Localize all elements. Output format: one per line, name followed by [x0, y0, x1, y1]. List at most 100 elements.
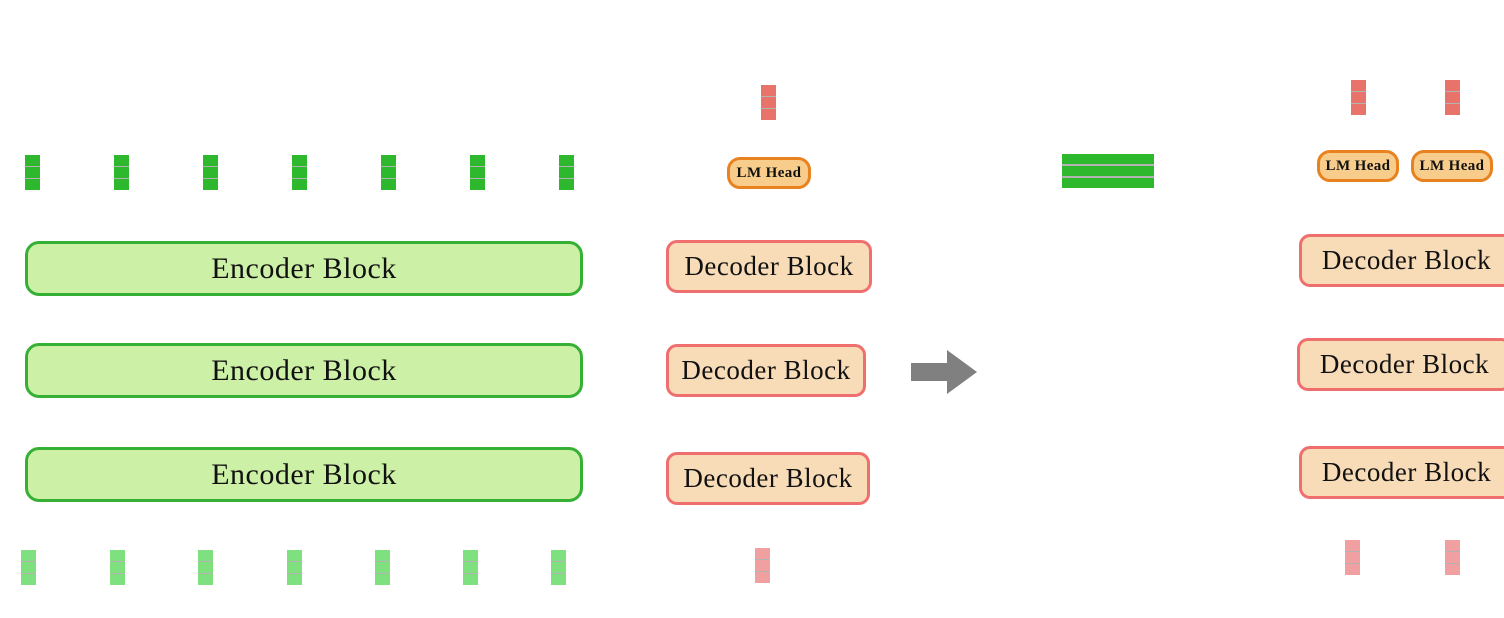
token-cell [1345, 540, 1360, 551]
token-cell [551, 562, 566, 573]
encoder-block-label: Encoder Block [211, 251, 397, 285]
token-cell [761, 85, 776, 96]
encoder-block-label: Encoder Block [211, 457, 397, 491]
token-cell [1101, 154, 1115, 165]
encoder-input-token [21, 550, 36, 586]
token-cell [375, 574, 390, 586]
token-cell [198, 550, 213, 561]
token-cell [381, 167, 396, 178]
encoder-input-token [375, 550, 390, 586]
token-cell [470, 167, 485, 178]
token-cell [1351, 92, 1366, 103]
decoder-block-right-2[interactable]: Decoder Block [1297, 338, 1504, 391]
context-token [1088, 154, 1102, 188]
encoder-block-2[interactable]: Encoder Block [25, 343, 583, 398]
token-cell [114, 179, 129, 191]
token-cell [1127, 165, 1141, 177]
diagram-canvas: Encoder Block Encoder Block Encoder Bloc… [0, 0, 1504, 618]
token-cell [1345, 564, 1360, 576]
token-cell [470, 179, 485, 191]
encoder-input-token [110, 550, 125, 586]
lm-head-label: LM Head [1325, 157, 1391, 174]
decoder-block-label: Decoder Block [683, 463, 853, 493]
token-cell [198, 562, 213, 573]
token-cell [1345, 552, 1360, 563]
token-cell [463, 562, 478, 573]
token-cell [1075, 177, 1089, 188]
encoder-output-token [114, 155, 129, 191]
token-cell [1445, 104, 1460, 116]
decoder-input-token [755, 548, 770, 584]
context-token [1140, 154, 1154, 188]
token-cell [375, 562, 390, 573]
decoder-output-token [761, 85, 776, 121]
token-cell [292, 179, 307, 191]
encoder-output-token [470, 155, 485, 191]
token-cell [1127, 177, 1141, 188]
encoder-block-3[interactable]: Encoder Block [25, 241, 583, 296]
token-cell [1351, 104, 1366, 116]
token-cell [1062, 165, 1076, 177]
token-cell [1140, 165, 1154, 177]
token-cell [381, 179, 396, 191]
token-cell [292, 155, 307, 166]
token-cell [1445, 80, 1460, 91]
decoder-block-left-3[interactable]: Decoder Block [666, 240, 872, 293]
token-cell [1075, 154, 1089, 165]
token-cell [1445, 92, 1460, 103]
token-cell [287, 562, 302, 573]
encoder-input-token [198, 550, 213, 586]
encoder-input-token [463, 550, 478, 586]
token-cell [470, 155, 485, 166]
encoder-input-token [551, 550, 566, 586]
decoder-block-label: Decoder Block [1319, 349, 1490, 379]
lm-head-right-1[interactable]: LM Head [1317, 150, 1399, 182]
token-cell [375, 550, 390, 561]
token-cell [761, 97, 776, 108]
token-cell [463, 574, 478, 586]
token-cell [114, 155, 129, 166]
encoder-output-token [25, 155, 40, 191]
token-cell [1445, 540, 1460, 551]
decoder-block-label: Decoder Block [684, 251, 854, 281]
token-cell [1101, 177, 1115, 188]
decoder-block-left-2[interactable]: Decoder Block [666, 344, 866, 397]
token-cell [203, 167, 218, 178]
decoder-block-right-1[interactable]: Decoder Block [1299, 446, 1504, 499]
token-cell [21, 574, 36, 586]
token-cell [559, 167, 574, 178]
token-cell [551, 574, 566, 586]
context-token [1101, 154, 1115, 188]
token-cell [292, 167, 307, 178]
token-cell [287, 574, 302, 586]
token-cell [1062, 154, 1076, 165]
lm-head-right-2[interactable]: LM Head [1411, 150, 1493, 182]
token-cell [1140, 154, 1154, 165]
token-cell [25, 167, 40, 178]
token-cell [1114, 165, 1128, 177]
token-cell [110, 550, 125, 561]
token-cell [1101, 165, 1115, 177]
token-cell [559, 155, 574, 166]
encoder-output-token [292, 155, 307, 191]
token-cell [1114, 154, 1128, 165]
token-cell [1088, 165, 1102, 177]
encoder-block-label: Encoder Block [211, 353, 397, 387]
decoder-block-label: Decoder Block [681, 355, 851, 385]
token-cell [1127, 154, 1141, 165]
token-cell [25, 179, 40, 191]
token-cell [1114, 177, 1128, 188]
token-cell [755, 548, 770, 559]
token-cell [1445, 564, 1460, 576]
decoder-block-left-1[interactable]: Decoder Block [666, 452, 870, 505]
token-cell [755, 572, 770, 584]
token-cell [21, 562, 36, 573]
right-input-token [1345, 540, 1360, 576]
token-cell [761, 109, 776, 121]
token-cell [114, 167, 129, 178]
context-token [1127, 154, 1141, 188]
lm-head-left[interactable]: LM Head [727, 157, 811, 189]
encoder-block-1[interactable]: Encoder Block [25, 447, 583, 502]
decoder-block-right-3[interactable]: Decoder Block [1299, 234, 1504, 287]
token-cell [203, 155, 218, 166]
